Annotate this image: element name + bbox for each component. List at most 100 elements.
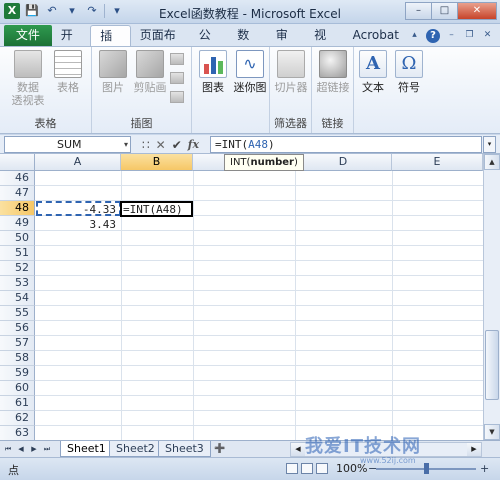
window-restore-icon[interactable]: ❐ [463, 29, 476, 42]
column-header-d[interactable]: D [295, 154, 392, 171]
row-header-63[interactable]: 63 [0, 426, 35, 440]
prev-sheet-icon[interactable]: ◀ [15, 443, 27, 455]
scroll-down-icon[interactable]: ▼ [484, 424, 500, 440]
confirm-entry-icon[interactable]: ✔ [172, 138, 182, 152]
ribbon-insert: 数据 透视表 表格 表格 图片 剪贴画 插图 图表 ∿ 迷你图 切片器 筛选器 … [0, 46, 500, 134]
minimize-icon[interactable]: – [405, 2, 431, 20]
vertical-scrollbar[interactable]: ▲ ▼ [483, 154, 500, 440]
group-illustrations: 图片 剪贴画 插图 [92, 47, 192, 133]
row-header-47[interactable]: 47 [0, 186, 35, 201]
text-button[interactable]: A 文本 [356, 50, 390, 94]
row-header-55[interactable]: 55 [0, 306, 35, 321]
help-icon[interactable]: ? [426, 28, 440, 43]
row-header-60[interactable]: 60 [0, 381, 35, 396]
pivot-table-button[interactable]: 数据 透视表 [6, 50, 50, 107]
formula-bar-resize-icon[interactable]: ∷ [142, 138, 150, 152]
cell-a48[interactable]: -4.33 [36, 202, 120, 217]
zoom-slider-thumb[interactable] [424, 463, 429, 474]
tab-insert[interactable]: 插入 [90, 25, 131, 64]
sheet-tab-1[interactable]: Sheet1 [60, 441, 113, 457]
slicer-icon [277, 50, 305, 78]
symbol-label: 符号 [398, 81, 420, 94]
column-header-b[interactable]: B [121, 154, 193, 171]
first-sheet-icon[interactable]: ⏮ [2, 443, 14, 455]
formula-input[interactable]: =INT(A48) [210, 136, 482, 153]
chart-icon [199, 50, 227, 78]
grid-line [35, 410, 483, 411]
worksheet-grid[interactable]: A B C D E 464748495051525354555657585960… [0, 154, 500, 440]
row-header-54[interactable]: 54 [0, 291, 35, 306]
slicer-button[interactable]: 切片器 [273, 50, 309, 94]
row-header-49[interactable]: 49 [0, 216, 35, 231]
picture-button[interactable]: 图片 [96, 50, 130, 94]
normal-view-icon[interactable] [286, 463, 298, 474]
grid-line [35, 290, 483, 291]
screenshot-icon[interactable] [170, 91, 184, 103]
clip-art-button[interactable]: 剪贴画 [130, 50, 170, 94]
vertical-scroll-thumb[interactable] [485, 330, 499, 400]
function-tooltip: INT(number) [224, 154, 304, 171]
page-break-view-icon[interactable] [316, 463, 328, 474]
name-box-dropdown-icon[interactable]: ▾ [124, 137, 128, 152]
name-box[interactable]: SUM ▾ [4, 136, 131, 153]
maximize-icon[interactable]: □ [431, 2, 457, 20]
scroll-left-icon[interactable]: ◀ [291, 443, 305, 456]
tab-acrobat[interactable]: Acrobat [344, 25, 408, 46]
column-header-a[interactable]: A [35, 154, 121, 171]
tooltip-argument[interactable]: number [250, 157, 294, 168]
insert-function-icon[interactable]: fx [188, 138, 199, 151]
row-header-53[interactable]: 53 [0, 276, 35, 291]
expand-formula-bar-icon[interactable]: ▾ [483, 136, 496, 153]
next-sheet-icon[interactable]: ▶ [28, 443, 40, 455]
text-label: 文本 [362, 81, 384, 94]
table-button[interactable]: 表格 [50, 50, 86, 94]
smartart-icon[interactable] [170, 72, 184, 84]
cell-b48[interactable]: =INT(A48) [122, 202, 183, 217]
pivot-table-icon [14, 50, 42, 78]
chart-button[interactable]: 图表 [196, 50, 230, 94]
zoom-in-icon[interactable]: + [480, 462, 489, 475]
row-header-57[interactable]: 57 [0, 336, 35, 351]
row-header-61[interactable]: 61 [0, 396, 35, 411]
row-header-58[interactable]: 58 [0, 351, 35, 366]
hyperlink-button[interactable]: 超链接 [315, 50, 351, 94]
row-header-50[interactable]: 50 [0, 231, 35, 246]
slicer-label: 切片器 [274, 81, 308, 94]
tab-file[interactable]: 文件 [4, 25, 52, 46]
last-sheet-icon[interactable]: ⏭ [41, 443, 53, 455]
close-icon[interactable]: ✕ [457, 2, 497, 20]
row-header-59[interactable]: 59 [0, 366, 35, 381]
row-header-51[interactable]: 51 [0, 246, 35, 261]
window-minimize-icon[interactable]: – [445, 29, 458, 42]
insert-sheet-icon[interactable]: ➕ [212, 442, 228, 456]
group-links: 超链接 链接 [312, 47, 354, 133]
grid-line [35, 365, 483, 366]
sheet-tab-3[interactable]: Sheet3 [158, 441, 211, 457]
symbol-button[interactable]: Ω 符号 [392, 50, 426, 94]
window-close-icon[interactable]: ✕ [481, 29, 494, 42]
collapse-ribbon-icon[interactable]: ▴ [408, 29, 421, 42]
select-all-corner[interactable] [0, 154, 35, 171]
picture-label: 图片 [102, 81, 124, 94]
cancel-entry-icon[interactable]: ✕ [156, 138, 166, 152]
scroll-up-icon[interactable]: ▲ [484, 154, 500, 170]
cell-a49[interactable]: 3.43 [36, 217, 120, 232]
tab-formulas[interactable]: 公式 [190, 25, 228, 63]
tab-review[interactable]: 审阅 [267, 25, 305, 63]
shapes-icon[interactable] [170, 53, 184, 65]
sparkline-button[interactable]: ∿ 迷你图 [230, 50, 270, 94]
scroll-right-icon[interactable]: ▶ [467, 443, 481, 456]
tab-view[interactable]: 视图 [305, 25, 343, 63]
tab-page-layout[interactable]: 页面布局 [131, 25, 190, 63]
page-layout-view-icon[interactable] [301, 463, 313, 474]
row-header-62[interactable]: 62 [0, 411, 35, 426]
row-header-56[interactable]: 56 [0, 321, 35, 336]
row-header-48[interactable]: 48 [0, 201, 35, 216]
group-label-illustrations: 插图 [130, 117, 153, 130]
tab-data[interactable]: 数据 [228, 25, 266, 63]
row-header-52[interactable]: 52 [0, 261, 35, 276]
column-header-e[interactable]: E [392, 154, 483, 171]
tab-home[interactable]: 开始 [52, 25, 90, 63]
sheet-tab-2[interactable]: Sheet2 [109, 441, 162, 457]
row-header-46[interactable]: 46 [0, 171, 35, 186]
